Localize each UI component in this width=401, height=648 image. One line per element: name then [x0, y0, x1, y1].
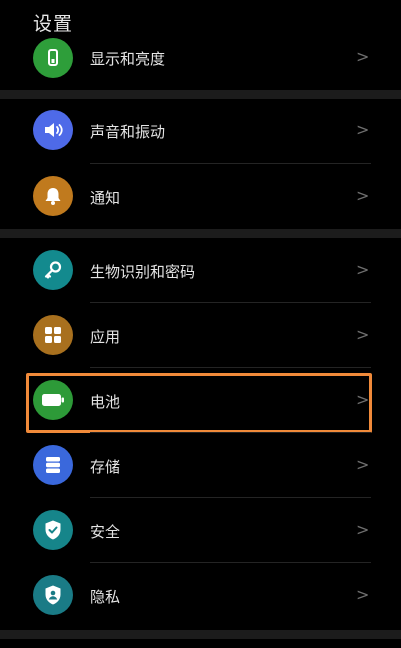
settings-item-display[interactable]: 显示和亮度 >: [0, 30, 401, 78]
settings-item-label: 应用: [90, 328, 121, 346]
privacy-shield-icon: [33, 575, 73, 615]
settings-item-privacy[interactable]: 隐私 >: [0, 563, 401, 627]
chevron-right-icon: >: [356, 585, 370, 604]
highlight-box: [26, 373, 372, 433]
settings-item-apps[interactable]: 应用 >: [0, 303, 401, 367]
settings-item-label: 通知: [90, 189, 121, 207]
section-separator: [0, 630, 401, 639]
settings-item-label: 声音和振动: [90, 123, 166, 141]
chevron-right-icon: >: [356, 520, 370, 539]
section-separator: [0, 229, 401, 238]
chevron-right-icon: >: [356, 47, 370, 66]
chevron-right-icon: >: [356, 120, 370, 139]
settings-item-label: 存储: [90, 458, 121, 476]
storage-icon: [33, 445, 73, 485]
chevron-right-icon: >: [356, 186, 370, 205]
chevron-right-icon: >: [356, 260, 370, 279]
chevron-right-icon: >: [356, 455, 370, 474]
settings-item-sound[interactable]: 声音和振动 >: [0, 98, 401, 162]
display-brightness-icon: [33, 38, 73, 78]
key-icon: [33, 250, 73, 290]
settings-item-label: 安全: [90, 523, 121, 541]
settings-item-label: 隐私: [90, 588, 121, 606]
bell-icon: [33, 176, 73, 216]
settings-item-label: 显示和亮度: [90, 50, 166, 68]
settings-item-storage[interactable]: 存储 >: [0, 433, 401, 497]
speaker-icon: [33, 110, 73, 150]
settings-item-notifications[interactable]: 通知 >: [0, 164, 401, 228]
settings-item-biometrics[interactable]: 生物识别和密码 >: [0, 238, 401, 302]
settings-item-label: 生物识别和密码: [90, 263, 196, 281]
chevron-right-icon: >: [356, 325, 370, 344]
settings-item-security[interactable]: 安全 >: [0, 498, 401, 562]
shield-check-icon: [33, 510, 73, 550]
apps-grid-icon: [33, 315, 73, 355]
